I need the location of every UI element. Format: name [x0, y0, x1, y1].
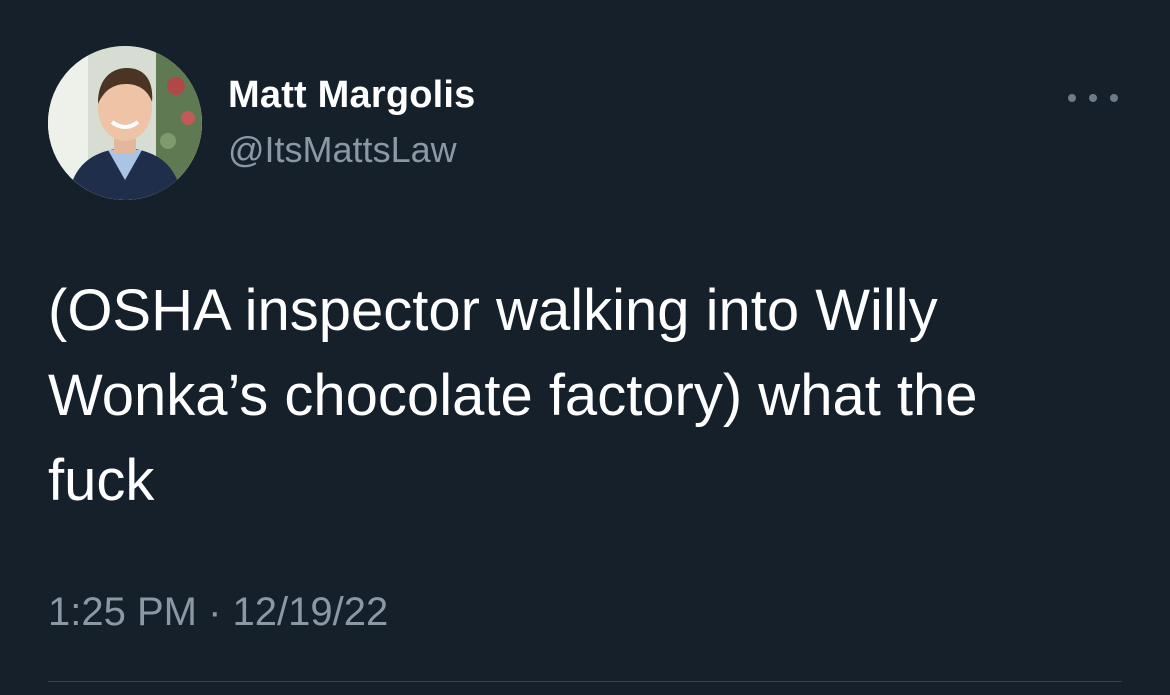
tweet-time: 1:25 PM — [48, 590, 197, 634]
tweet-card: Matt Margolis @ItsMattsLaw (OSHA inspect… — [0, 0, 1170, 695]
author-display-name[interactable]: Matt Margolis — [228, 74, 476, 117]
tweet-date: 12/19/22 — [232, 590, 389, 634]
more-dot — [1068, 94, 1076, 102]
timestamp-separator: · — [208, 590, 222, 634]
tweet-timestamp[interactable]: 1:25 PM · 12/19/22 — [48, 590, 388, 635]
more-options-icon[interactable] — [1068, 86, 1118, 110]
more-dot — [1110, 94, 1118, 102]
divider — [48, 681, 1122, 682]
avatar[interactable] — [48, 46, 202, 200]
tweet-text: (OSHA inspector walking into Willy Wonka… — [48, 278, 978, 513]
author-handle[interactable]: @ItsMattsLaw — [228, 129, 457, 171]
avatar-photo — [48, 46, 202, 200]
more-dot — [1089, 94, 1097, 102]
